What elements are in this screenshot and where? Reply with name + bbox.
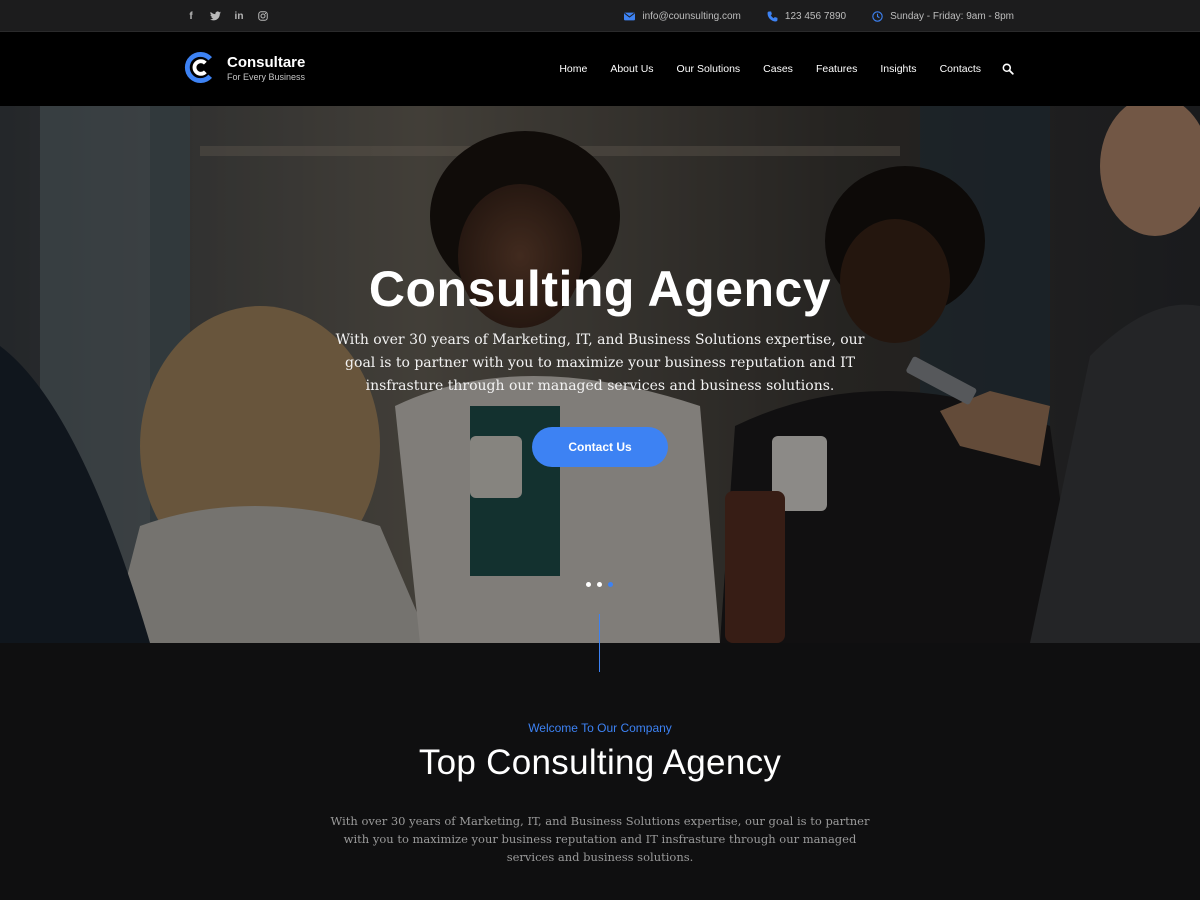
- linkedin-icon[interactable]: in: [232, 9, 246, 23]
- nav-home[interactable]: Home: [559, 63, 587, 75]
- email-text: info@counsulting.com: [642, 10, 741, 22]
- facebook-icon[interactable]: f: [184, 9, 198, 23]
- nav-about-us[interactable]: About Us: [610, 63, 653, 75]
- slider-dot-3[interactable]: [608, 582, 613, 587]
- email-contact[interactable]: info@counsulting.com: [624, 11, 741, 22]
- main-header: Consultare For Every Business Home About…: [0, 32, 1200, 106]
- social-links: f in: [184, 9, 270, 23]
- hours-text: Sunday - Friday: 9am - 8pm: [890, 10, 1014, 22]
- search-icon[interactable]: [1002, 63, 1014, 75]
- twitter-icon[interactable]: [208, 9, 222, 23]
- brand-tagline: For Every Business: [227, 71, 306, 82]
- hero-description: With over 30 years of Marketing, IT, and…: [335, 332, 865, 394]
- section-description: With over 30 years of Marketing, IT, and…: [330, 814, 870, 864]
- phone-icon: [767, 11, 778, 21]
- brand-name: Consultare: [227, 53, 306, 71]
- logo-c-icon: [184, 52, 213, 83]
- slider-dots: [586, 582, 613, 587]
- brand-logo[interactable]: Consultare For Every Business: [184, 51, 305, 84]
- contact-us-button[interactable]: Contact Us: [532, 427, 668, 467]
- nav-features[interactable]: Features: [816, 63, 857, 75]
- main-nav: Home About Us Our Solutions Cases Featur…: [559, 32, 1014, 106]
- phone-contact[interactable]: 123 456 7890: [767, 11, 846, 22]
- phone-text: 123 456 7890: [784, 10, 847, 22]
- instagram-icon[interactable]: [256, 9, 270, 23]
- section-title: Top Consulting Agency: [418, 743, 782, 782]
- hero-slider: Consulting Agency With over 30 years of …: [0, 106, 1200, 643]
- hours-info: Sunday - Friday: 9am - 8pm: [872, 11, 1014, 22]
- envelope-icon: [624, 12, 636, 20]
- slider-dot-2[interactable]: [597, 582, 602, 587]
- nav-insights[interactable]: Insights: [880, 63, 916, 75]
- nav-cases[interactable]: Cases: [763, 63, 793, 75]
- top-bar: f in info@counsulting.com 123 456 7890 S…: [0, 0, 1200, 32]
- section-kicker: Welcome To Our Company: [528, 721, 672, 735]
- nav-contacts[interactable]: Contacts: [940, 63, 981, 75]
- clock-icon: [872, 10, 883, 22]
- contact-info: info@counsulting.com 123 456 7890 Sunday…: [624, 0, 1014, 32]
- section-divider-line: [599, 614, 600, 672]
- slider-dot-1[interactable]: [586, 582, 591, 587]
- nav-our-solutions[interactable]: Our Solutions: [677, 63, 741, 75]
- hero-title: Consulting Agency: [368, 261, 832, 317]
